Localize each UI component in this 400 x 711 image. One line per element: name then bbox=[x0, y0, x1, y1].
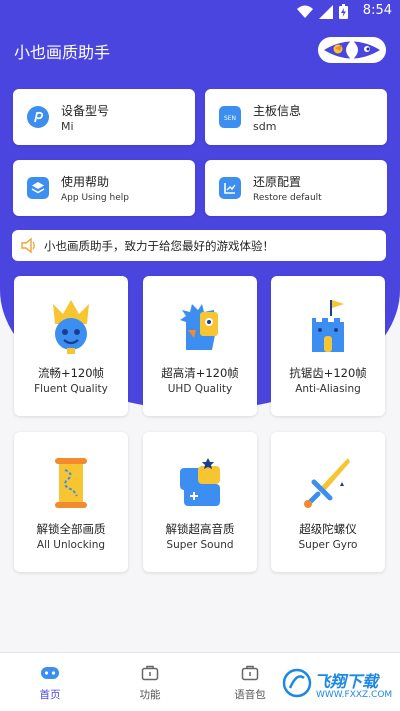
status-time: 8:54 bbox=[362, 3, 392, 18]
battery-icon bbox=[339, 4, 348, 19]
castle-flag-icon bbox=[312, 300, 344, 352]
feature-label-zh: 超级陀螺仪 bbox=[299, 522, 357, 536]
feature-label-en: UHD Quality bbox=[167, 383, 233, 395]
notice-text: 小也画质助手，致力于给您最好的游戏体验！ bbox=[44, 239, 274, 253]
feature-all-unlocking[interactable]: 解锁全部画质 All Unlocking bbox=[14, 432, 128, 572]
crown-face-icon bbox=[53, 300, 89, 354]
restore-subtitle: Restore default bbox=[253, 193, 322, 203]
watermark-url: WWW.FXXZ.COM bbox=[316, 690, 393, 700]
board-info-card[interactable]: SEN 主板信息 sdm bbox=[205, 89, 387, 145]
watermark-logo-icon bbox=[282, 668, 312, 698]
treasure-box-icon bbox=[180, 458, 220, 506]
signal-icon bbox=[319, 4, 333, 19]
status-bar: 8:54 bbox=[0, 0, 400, 24]
tab-label: 语音包 bbox=[234, 689, 266, 701]
notice-bar: 小也画质助手，致力于给您最好的游戏体验！ bbox=[12, 230, 386, 261]
feature-label-en: All Unlocking bbox=[36, 539, 106, 551]
feature-label-zh: 超高清+120帧 bbox=[161, 366, 239, 380]
watermark-text: 飞翔下载 bbox=[314, 672, 379, 691]
device-model-title: 设备型号 bbox=[61, 104, 110, 118]
dino-icon bbox=[180, 304, 218, 350]
feature-super-sound[interactable]: 解锁超高音质 Super Sound bbox=[143, 432, 257, 572]
restore-chart-icon bbox=[219, 177, 241, 199]
tab-label: 功能 bbox=[139, 689, 161, 701]
layers-icon bbox=[27, 177, 49, 199]
restore-title: 还原配置 bbox=[253, 175, 302, 189]
tab-home[interactable]: 首页 bbox=[15, 653, 85, 711]
help-title: 使用帮助 bbox=[61, 175, 110, 189]
device-model-value: Mi bbox=[61, 120, 74, 133]
header-menu-button[interactable] bbox=[318, 37, 386, 63]
svg-text:SEN: SEN bbox=[224, 115, 236, 122]
feature-uhd-quality[interactable]: 超高清+120帧 UHD Quality bbox=[143, 276, 257, 416]
help-subtitle: App Using help bbox=[61, 193, 129, 203]
feature-label-en: Anti-Aliasing bbox=[295, 383, 361, 395]
app-title: 小也画质助手 bbox=[14, 43, 111, 62]
tab-features[interactable]: 功能 bbox=[115, 653, 185, 711]
chip-icon: SEN bbox=[219, 106, 241, 128]
feature-label-zh: 流畅+120帧 bbox=[37, 366, 105, 380]
eye-logo-icon bbox=[324, 40, 380, 60]
device-model-icon bbox=[27, 106, 49, 128]
sword-icon bbox=[304, 458, 350, 508]
device-model-card[interactable]: 设备型号 Mi bbox=[13, 89, 195, 145]
feature-anti-aliasing[interactable]: 抗锯齿+120帧 Anti-Aliasing bbox=[271, 276, 385, 416]
site-watermark: 飞翔下载 WWW.FXXZ.COM bbox=[282, 664, 394, 706]
toolbox-icon bbox=[241, 665, 259, 681]
speaker-icon bbox=[21, 237, 35, 254]
feature-label-zh: 解锁全部画质 bbox=[36, 522, 106, 536]
scroll-map-icon bbox=[55, 458, 87, 508]
wifi-icon bbox=[297, 5, 313, 18]
feature-super-gyro[interactable]: 超级陀螺仪 Super Gyro bbox=[271, 432, 385, 572]
feature-label-en: Fluent Quality bbox=[34, 383, 108, 395]
feature-label-en: Super Gyro bbox=[298, 539, 358, 551]
board-info-value: sdm bbox=[253, 120, 277, 133]
feature-label-zh: 解锁超高音质 bbox=[165, 522, 235, 536]
help-card[interactable]: 使用帮助 App Using help bbox=[13, 160, 195, 216]
tab-voice-pack[interactable]: 语音包 bbox=[215, 653, 285, 711]
status-icons bbox=[297, 4, 348, 19]
board-info-title: 主板信息 bbox=[253, 104, 302, 118]
toolbox-icon bbox=[141, 665, 159, 681]
gamepad-icon bbox=[41, 667, 59, 679]
feature-label-zh: 抗锯齿+120帧 bbox=[289, 366, 367, 380]
feature-label-en: Super Sound bbox=[166, 539, 234, 551]
restore-card[interactable]: 还原配置 Restore default bbox=[205, 160, 387, 216]
tab-label: 首页 bbox=[39, 689, 61, 701]
feature-fluent-quality[interactable]: 流畅+120帧 Fluent Quality bbox=[14, 276, 128, 416]
